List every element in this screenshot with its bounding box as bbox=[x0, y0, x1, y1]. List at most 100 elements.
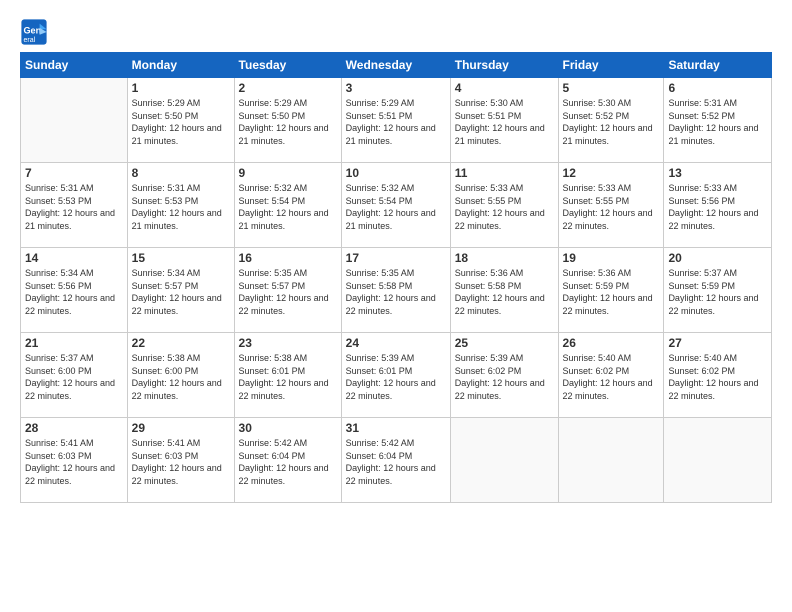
calendar-cell: 27 Sunrise: 5:40 AMSunset: 6:02 PMDayligh… bbox=[664, 333, 772, 418]
day-number: 9 bbox=[239, 166, 337, 180]
weekday-header-friday: Friday bbox=[558, 53, 664, 78]
logo: Gen eral bbox=[20, 18, 50, 46]
day-info: Sunrise: 5:30 AMSunset: 5:51 PMDaylight:… bbox=[455, 97, 554, 147]
day-info: Sunrise: 5:31 AMSunset: 5:53 PMDaylight:… bbox=[25, 182, 123, 232]
calendar-cell: 6 Sunrise: 5:31 AMSunset: 5:52 PMDaylight… bbox=[664, 78, 772, 163]
day-number: 1 bbox=[132, 81, 230, 95]
calendar-cell: 17 Sunrise: 5:35 AMSunset: 5:58 PMDayligh… bbox=[341, 248, 450, 333]
calendar-week-5: 28Sunrise: 5:41 AMSunset: 6:03 PMDayligh… bbox=[21, 418, 772, 503]
day-number: 3 bbox=[346, 81, 446, 95]
day-number: 26 bbox=[563, 336, 660, 350]
day-info: Sunrise: 5:35 AMSunset: 5:58 PMDaylight:… bbox=[346, 267, 446, 317]
calendar-cell: 18Sunrise: 5:36 AMSunset: 5:58 PMDayligh… bbox=[450, 248, 558, 333]
calendar-week-1: 1 Sunrise: 5:29 AMSunset: 5:50 PMDaylight… bbox=[21, 78, 772, 163]
day-number: 25 bbox=[455, 336, 554, 350]
day-info: Sunrise: 5:42 AMSunset: 6:04 PMDaylight:… bbox=[239, 437, 337, 487]
day-info: Sunrise: 5:35 AMSunset: 5:57 PMDaylight:… bbox=[239, 267, 337, 317]
calendar-cell: 1 Sunrise: 5:29 AMSunset: 5:50 PMDaylight… bbox=[127, 78, 234, 163]
header: Gen eral bbox=[20, 18, 772, 46]
calendar-cell: 11 Sunrise: 5:33 AMSunset: 5:55 PMDayligh… bbox=[450, 163, 558, 248]
day-info: Sunrise: 5:41 AMSunset: 6:03 PMDaylight:… bbox=[132, 437, 230, 487]
day-number: 23 bbox=[239, 336, 337, 350]
calendar-header-row: SundayMondayTuesdayWednesdayThursdayFrid… bbox=[21, 53, 772, 78]
weekday-header-saturday: Saturday bbox=[664, 53, 772, 78]
calendar-cell: 13 Sunrise: 5:33 AMSunset: 5:56 PMDayligh… bbox=[664, 163, 772, 248]
day-info: Sunrise: 5:37 AMSunset: 6:00 PMDaylight:… bbox=[25, 352, 123, 402]
calendar-cell: 4 Sunrise: 5:30 AMSunset: 5:51 PMDaylight… bbox=[450, 78, 558, 163]
day-info: Sunrise: 5:29 AMSunset: 5:51 PMDaylight:… bbox=[346, 97, 446, 147]
day-number: 22 bbox=[132, 336, 230, 350]
day-number: 30 bbox=[239, 421, 337, 435]
calendar-cell: 24Sunrise: 5:39 AMSunset: 6:01 PMDayligh… bbox=[341, 333, 450, 418]
day-info: Sunrise: 5:33 AMSunset: 5:55 PMDaylight:… bbox=[563, 182, 660, 232]
day-number: 4 bbox=[455, 81, 554, 95]
day-number: 10 bbox=[346, 166, 446, 180]
day-number: 12 bbox=[563, 166, 660, 180]
weekday-header-monday: Monday bbox=[127, 53, 234, 78]
day-number: 6 bbox=[668, 81, 767, 95]
calendar-cell: 19Sunrise: 5:36 AMSunset: 5:59 PMDayligh… bbox=[558, 248, 664, 333]
day-info: Sunrise: 5:34 AMSunset: 5:56 PMDaylight:… bbox=[25, 267, 123, 317]
day-number: 31 bbox=[346, 421, 446, 435]
calendar-cell: 9 Sunrise: 5:32 AMSunset: 5:54 PMDaylight… bbox=[234, 163, 341, 248]
day-number: 2 bbox=[239, 81, 337, 95]
day-number: 24 bbox=[346, 336, 446, 350]
day-info: Sunrise: 5:29 AMSunset: 5:50 PMDaylight:… bbox=[239, 97, 337, 147]
day-number: 7 bbox=[25, 166, 123, 180]
day-info: Sunrise: 5:30 AMSunset: 5:52 PMDaylight:… bbox=[563, 97, 660, 147]
day-number: 8 bbox=[132, 166, 230, 180]
day-info: Sunrise: 5:40 AMSunset: 6:02 PMDaylight:… bbox=[668, 352, 767, 402]
day-info: Sunrise: 5:33 AMSunset: 5:56 PMDaylight:… bbox=[668, 182, 767, 232]
page: Gen eral SundayMondayTuesdayWednesdayThu… bbox=[0, 0, 792, 612]
calendar-cell: 14 Sunrise: 5:34 AMSunset: 5:56 PMDayligh… bbox=[21, 248, 128, 333]
calendar-cell: 20Sunrise: 5:37 AMSunset: 5:59 PMDayligh… bbox=[664, 248, 772, 333]
day-number: 27 bbox=[668, 336, 767, 350]
day-info: Sunrise: 5:32 AMSunset: 5:54 PMDaylight:… bbox=[239, 182, 337, 232]
day-number: 15 bbox=[132, 251, 230, 265]
calendar-cell bbox=[450, 418, 558, 503]
calendar-cell: 28Sunrise: 5:41 AMSunset: 6:03 PMDayligh… bbox=[21, 418, 128, 503]
weekday-header-wednesday: Wednesday bbox=[341, 53, 450, 78]
calendar-cell: 2 Sunrise: 5:29 AMSunset: 5:50 PMDaylight… bbox=[234, 78, 341, 163]
day-info: Sunrise: 5:38 AMSunset: 6:00 PMDaylight:… bbox=[132, 352, 230, 402]
calendar-cell: 26 Sunrise: 5:40 AMSunset: 6:02 PMDayligh… bbox=[558, 333, 664, 418]
calendar-table: SundayMondayTuesdayWednesdayThursdayFrid… bbox=[20, 52, 772, 503]
calendar-cell: 15Sunrise: 5:34 AMSunset: 5:57 PMDayligh… bbox=[127, 248, 234, 333]
calendar-week-2: 7 Sunrise: 5:31 AMSunset: 5:53 PMDaylight… bbox=[21, 163, 772, 248]
weekday-header-thursday: Thursday bbox=[450, 53, 558, 78]
day-number: 16 bbox=[239, 251, 337, 265]
calendar-cell: 22 Sunrise: 5:38 AMSunset: 6:00 PMDayligh… bbox=[127, 333, 234, 418]
day-info: Sunrise: 5:36 AMSunset: 5:59 PMDaylight:… bbox=[563, 267, 660, 317]
calendar-cell bbox=[21, 78, 128, 163]
calendar-cell bbox=[558, 418, 664, 503]
day-info: Sunrise: 5:31 AMSunset: 5:53 PMDaylight:… bbox=[132, 182, 230, 232]
calendar-cell: 23 Sunrise: 5:38 AMSunset: 6:01 PMDayligh… bbox=[234, 333, 341, 418]
calendar-cell: 25 Sunrise: 5:39 AMSunset: 6:02 PMDayligh… bbox=[450, 333, 558, 418]
day-number: 5 bbox=[563, 81, 660, 95]
day-number: 17 bbox=[346, 251, 446, 265]
day-number: 14 bbox=[25, 251, 123, 265]
day-info: Sunrise: 5:40 AMSunset: 6:02 PMDaylight:… bbox=[563, 352, 660, 402]
day-number: 13 bbox=[668, 166, 767, 180]
day-number: 11 bbox=[455, 166, 554, 180]
calendar-cell: 16 Sunrise: 5:35 AMSunset: 5:57 PMDayligh… bbox=[234, 248, 341, 333]
day-info: Sunrise: 5:32 AMSunset: 5:54 PMDaylight:… bbox=[346, 182, 446, 232]
day-info: Sunrise: 5:42 AMSunset: 6:04 PMDaylight:… bbox=[346, 437, 446, 487]
day-info: Sunrise: 5:33 AMSunset: 5:55 PMDaylight:… bbox=[455, 182, 554, 232]
calendar-cell: 12 Sunrise: 5:33 AMSunset: 5:55 PMDayligh… bbox=[558, 163, 664, 248]
day-number: 21 bbox=[25, 336, 123, 350]
calendar-cell bbox=[664, 418, 772, 503]
day-info: Sunrise: 5:36 AMSunset: 5:58 PMDaylight:… bbox=[455, 267, 554, 317]
calendar-week-4: 21 Sunrise: 5:37 AMSunset: 6:00 PMDayligh… bbox=[21, 333, 772, 418]
calendar-cell: 7 Sunrise: 5:31 AMSunset: 5:53 PMDaylight… bbox=[21, 163, 128, 248]
svg-text:eral: eral bbox=[24, 37, 36, 44]
day-info: Sunrise: 5:29 AMSunset: 5:50 PMDaylight:… bbox=[132, 97, 230, 147]
weekday-header-tuesday: Tuesday bbox=[234, 53, 341, 78]
day-info: Sunrise: 5:31 AMSunset: 5:52 PMDaylight:… bbox=[668, 97, 767, 147]
day-info: Sunrise: 5:39 AMSunset: 6:02 PMDaylight:… bbox=[455, 352, 554, 402]
calendar-week-3: 14 Sunrise: 5:34 AMSunset: 5:56 PMDayligh… bbox=[21, 248, 772, 333]
day-number: 29 bbox=[132, 421, 230, 435]
svg-text:Gen: Gen bbox=[24, 25, 42, 35]
calendar-cell: 30 Sunrise: 5:42 AMSunset: 6:04 PMDayligh… bbox=[234, 418, 341, 503]
day-info: Sunrise: 5:38 AMSunset: 6:01 PMDaylight:… bbox=[239, 352, 337, 402]
